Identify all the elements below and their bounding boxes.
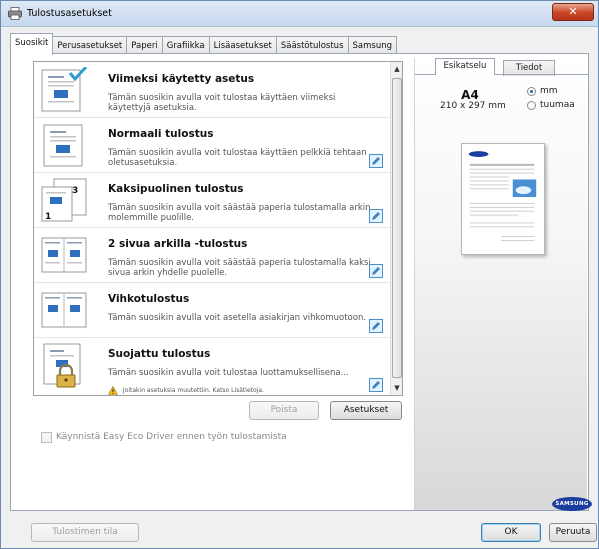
edit-icon[interactable] xyxy=(369,264,383,278)
scroll-up-icon[interactable]: ▲ xyxy=(393,65,401,73)
item-title: Normaali tulostus xyxy=(108,128,214,140)
item-description: Tämän suosikin avulla voit tulostaa käyt… xyxy=(108,148,367,168)
print-settings-dialog: Tulostusasetukset ✕ Suosikit Perusasetuk… xyxy=(0,0,599,549)
edit-icon[interactable] xyxy=(369,154,383,168)
warning-icon xyxy=(108,386,118,395)
booklet-icon xyxy=(41,292,87,328)
preview-pane: Esikatselu Tiedot A4 210 x 297 mm mm tuu… xyxy=(414,58,592,511)
item-title: Suojattu tulostus xyxy=(108,348,211,360)
paper-size-name: A4 xyxy=(461,88,479,102)
scroll-down-icon[interactable]: ▼ xyxy=(393,384,401,392)
favorite-item-secure[interactable]: Suojattu tulostus Tämän suosikin avulla … xyxy=(34,338,390,395)
eco-driver-option[interactable]: Käynnistä Easy Eco Driver ennen työn tul… xyxy=(41,431,287,443)
favorite-item-2-up[interactable]: 2 sivua arkilla -tulostus Tämän suosikin… xyxy=(34,228,390,283)
favorite-item-booklet[interactable]: Vihkotulostus Tämän suosikin avulla voit… xyxy=(34,283,390,338)
ok-button[interactable]: OK xyxy=(481,523,541,542)
last-used-document-icon xyxy=(41,67,88,112)
favorite-item-normal[interactable]: Normaali tulostus Tämän suosikin avulla … xyxy=(34,118,390,173)
unit-radio-inch[interactable] xyxy=(527,100,536,110)
samsung-logo: SAMSUNG xyxy=(552,497,592,511)
warning-text: Joitakin asetuksia muutettiin. Katso Lis… xyxy=(122,387,264,394)
item-title: Kaksipuolinen tulostus xyxy=(108,183,244,195)
preview-content: A4 210 x 297 mm mm tuumaa SAMSUNG xyxy=(415,74,592,511)
unit-option-mm[interactable]: mm xyxy=(527,85,558,97)
printer-status-button[interactable]: Tulostimen tila xyxy=(31,523,139,542)
duplex-document-icon: 3 2 1 xyxy=(41,178,87,222)
settings-button[interactable]: Asetukset xyxy=(330,401,402,420)
favorites-list: Viimeksi käytetty asetus Tämän suosikin … xyxy=(33,61,403,396)
unit-option-inch[interactable]: tuumaa xyxy=(527,99,575,111)
item-description: Tämän suosikin avulla voit asetella asia… xyxy=(108,313,367,323)
item-title: 2 sivua arkilla -tulostus xyxy=(108,238,248,250)
edit-icon[interactable] xyxy=(369,319,383,333)
svg-text:1: 1 xyxy=(45,212,51,222)
scrollbar-thumb[interactable] xyxy=(392,78,402,378)
normal-document-icon xyxy=(43,124,83,167)
edit-icon[interactable] xyxy=(369,378,383,392)
lock-document-icon xyxy=(43,343,81,388)
tab-suosikit[interactable]: Suosikit xyxy=(10,33,54,55)
unit-radio-mm[interactable] xyxy=(527,86,536,96)
close-button[interactable]: ✕ xyxy=(552,3,594,21)
paper-dimensions: 210 x 297 mm xyxy=(440,101,506,111)
item-title: Vihkotulostus xyxy=(108,293,190,305)
eco-driver-checkbox[interactable] xyxy=(41,431,52,443)
printer-icon xyxy=(8,7,22,20)
tab-esikatselu[interactable]: Esikatselu xyxy=(435,58,495,75)
close-icon: ✕ xyxy=(568,5,578,18)
window-title: Tulostusasetukset xyxy=(27,8,112,19)
favorite-item-last-used[interactable]: Viimeksi käytetty asetus Tämän suosikin … xyxy=(34,63,390,118)
main-tabs: Suosikit Perusasetukset Paperi Grafiikka… xyxy=(10,33,397,56)
delete-button[interactable]: Poista xyxy=(249,401,319,420)
cancel-button[interactable]: Peruuta xyxy=(549,523,597,542)
svg-text:3: 3 xyxy=(72,186,78,196)
item-description: Tämän suosikin avulla voit säästää paper… xyxy=(108,203,371,223)
unit-label-mm: mm xyxy=(540,86,558,96)
unit-label-inch: tuumaa xyxy=(540,100,575,110)
item-title: Viimeksi käytetty asetus xyxy=(108,73,255,85)
item-description: Tämän suosikin avulla voit tulostaa luot… xyxy=(108,368,349,378)
page-preview-thumbnail xyxy=(461,143,545,255)
two-pages-icon xyxy=(41,237,87,273)
item-description: Tämän suosikin avulla voit tulostaa käyt… xyxy=(108,93,336,113)
favorite-item-duplex[interactable]: 3 2 1 Kaksipuolinen tulostus Tämän suosi… xyxy=(34,173,390,228)
eco-driver-label: Käynnistä Easy Eco Driver ennen työn tul… xyxy=(56,432,287,442)
settings-changed-warning: Joitakin asetuksia muutettiin. Katso Lis… xyxy=(108,386,264,395)
edit-icon[interactable] xyxy=(369,209,383,223)
title-bar: Tulostusasetukset ✕ xyxy=(1,1,598,27)
item-description: Tämän suosikin avulla voit säästää paper… xyxy=(108,258,371,278)
favorites-scrollbar[interactable]: ▲ ▼ xyxy=(390,62,402,395)
